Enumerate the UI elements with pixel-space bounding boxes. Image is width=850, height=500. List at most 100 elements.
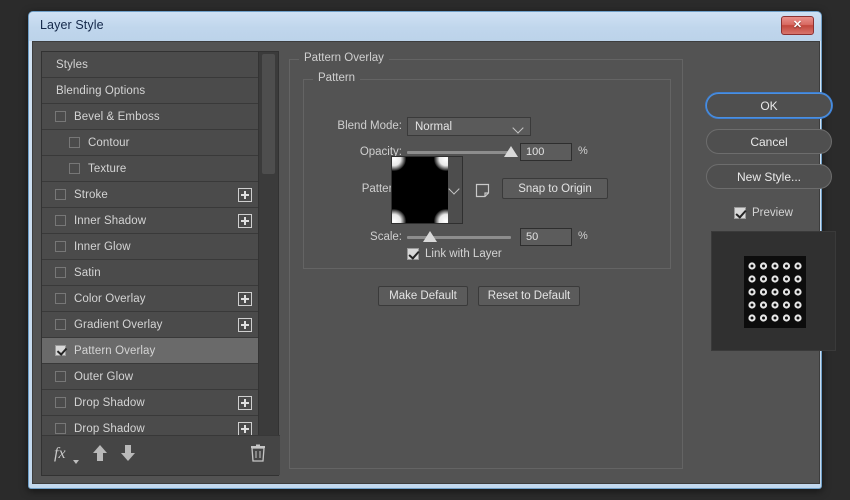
preview-checkbox[interactable]: Preview [734,207,793,219]
style-row-inner-glow[interactable]: Inner Glow [42,234,260,260]
pattern-overlay-group: Pattern Overlay Pattern Blend Mode: Norm… [289,52,683,469]
style-row-label: Contour [88,136,130,149]
style-row-label: Outer Glow [74,370,134,383]
new-preset-icon[interactable] [475,183,490,198]
blend-mode-label: Blend Mode: [337,120,402,132]
add-effect-icon[interactable] [238,214,252,228]
preview-box [711,231,836,351]
checkbox-icon[interactable] [55,241,66,252]
scale-label: Scale: [370,231,402,243]
styles-panel: Styles Blending Options Bevel & Emboss Cont… [41,51,280,476]
close-button[interactable]: ✕ [781,16,814,35]
style-row-stroke[interactable]: Stroke [42,182,260,208]
style-row-gradient-overlay[interactable]: Gradient Overlay [42,312,260,338]
add-effect-icon[interactable] [238,422,252,435]
blend-mode-value: Normal [415,121,453,133]
style-row-satin[interactable]: Satin [42,260,260,286]
checkbox-icon[interactable] [69,163,80,174]
link-with-layer-checkbox[interactable]: Link with Layer [407,248,502,260]
styles-scrollbar[interactable] [258,52,278,435]
scale-input[interactable] [520,228,572,246]
preview-label: Preview [752,207,793,219]
checkbox-icon[interactable] [55,319,66,330]
opacity-input[interactable] [520,143,572,161]
checkbox-icon[interactable] [55,267,66,278]
style-row-label: Texture [88,162,127,175]
pattern-group-title: Pattern [313,72,361,84]
checkbox-icon[interactable] [55,111,66,122]
checkbox-icon[interactable] [55,345,66,356]
checkbox-icon[interactable] [55,293,66,304]
style-row-color-overlay[interactable]: Color Overlay [42,286,260,312]
pattern-group: Pattern Blend Mode: Normal Opacity: % Pa… [303,72,671,269]
styles-footer-toolbar: fx [42,435,280,475]
dialog-body: Styles Blending Options Bevel & Emboss Cont… [32,41,836,484]
link-with-layer-label: Link with Layer [425,248,502,260]
make-default-button[interactable]: Make Default [378,286,468,306]
chevron-down-icon [512,122,524,134]
preview-thumbnail [744,256,806,328]
styles-list[interactable]: Styles Blending Options Bevel & Emboss Cont… [42,52,260,435]
style-row-label: Inner Glow [74,240,131,253]
fx-icon[interactable]: fx [54,446,66,462]
style-row-label: Bevel & Emboss [74,110,160,123]
style-row-texture[interactable]: Texture [42,156,260,182]
checkbox-icon [407,248,419,260]
chevron-down-icon [448,183,460,195]
style-row-outer-glow[interactable]: Outer Glow [42,364,260,390]
scale-slider-thumb[interactable] [422,231,437,242]
style-row-drop-shadow[interactable]: Drop Shadow [42,390,260,416]
add-effect-icon[interactable] [238,318,252,332]
pattern-label: Pattern: [361,183,402,195]
opacity-slider-track[interactable] [407,151,511,154]
snap-to-origin-button[interactable]: Snap to Origin [502,178,608,199]
checkbox-icon[interactable] [55,215,66,226]
title-bar[interactable]: Layer Style ✕ [29,12,821,41]
trash-icon[interactable] [250,444,266,465]
new-style-button[interactable]: New Style... [706,164,832,189]
checkbox-icon[interactable] [55,371,66,382]
add-effect-icon[interactable] [238,292,252,306]
scrollbar-thumb[interactable] [262,54,275,174]
pattern-swatch [392,157,448,223]
style-row-styles[interactable]: Styles [42,52,260,78]
blend-mode-select[interactable]: Normal [407,117,531,136]
cancel-button[interactable]: Cancel [706,129,832,154]
add-effect-icon[interactable] [238,396,252,410]
style-row-contour[interactable]: Contour [42,130,260,156]
style-row-label: Inner Shadow [74,214,147,227]
pattern-overlay-options: Pattern Overlay Pattern Blend Mode: Norm… [289,51,683,476]
dialog-actions-panel: OK Cancel New Style... Preview [693,51,836,476]
style-row-label: Gradient Overlay [74,318,163,331]
style-row-blending-options[interactable]: Blending Options [42,78,260,104]
checkbox-icon[interactable] [55,423,66,434]
fx-dropdown-caret-icon[interactable] [73,460,79,464]
opacity-unit: % [578,145,588,157]
checkbox-icon[interactable] [55,397,66,408]
style-row-drop-shadow[interactable]: Drop Shadow [42,416,260,435]
style-row-label: Styles [56,58,88,71]
reset-to-default-button[interactable]: Reset to Default [478,286,580,306]
scale-unit: % [578,230,588,242]
checkbox-icon [734,207,746,219]
style-row-label: Stroke [74,188,108,201]
style-row-label: Color Overlay [74,292,146,305]
arrow-up-icon[interactable] [92,444,108,462]
layer-style-dialog-window: Layer Style ✕ Styles Blending Options Beve… [28,11,836,489]
style-row-label: Drop Shadow [74,396,145,409]
style-row-label: Satin [74,266,101,279]
opacity-slider-thumb[interactable] [504,146,518,157]
checkbox-icon[interactable] [69,137,80,148]
style-row-bevel-emboss[interactable]: Bevel & Emboss [42,104,260,130]
opacity-label: Opacity: [359,146,402,158]
style-row-label: Blending Options [56,84,146,97]
pattern-overlay-group-title: Pattern Overlay [299,52,389,64]
pattern-picker[interactable] [391,156,463,224]
ok-button[interactable]: OK [706,93,832,118]
checkbox-icon[interactable] [55,189,66,200]
add-effect-icon[interactable] [238,188,252,202]
style-row-label: Drop Shadow [74,422,145,435]
style-row-pattern-overlay[interactable]: Pattern Overlay [42,338,260,364]
arrow-down-icon[interactable] [120,444,136,462]
style-row-inner-shadow[interactable]: Inner Shadow [42,208,260,234]
